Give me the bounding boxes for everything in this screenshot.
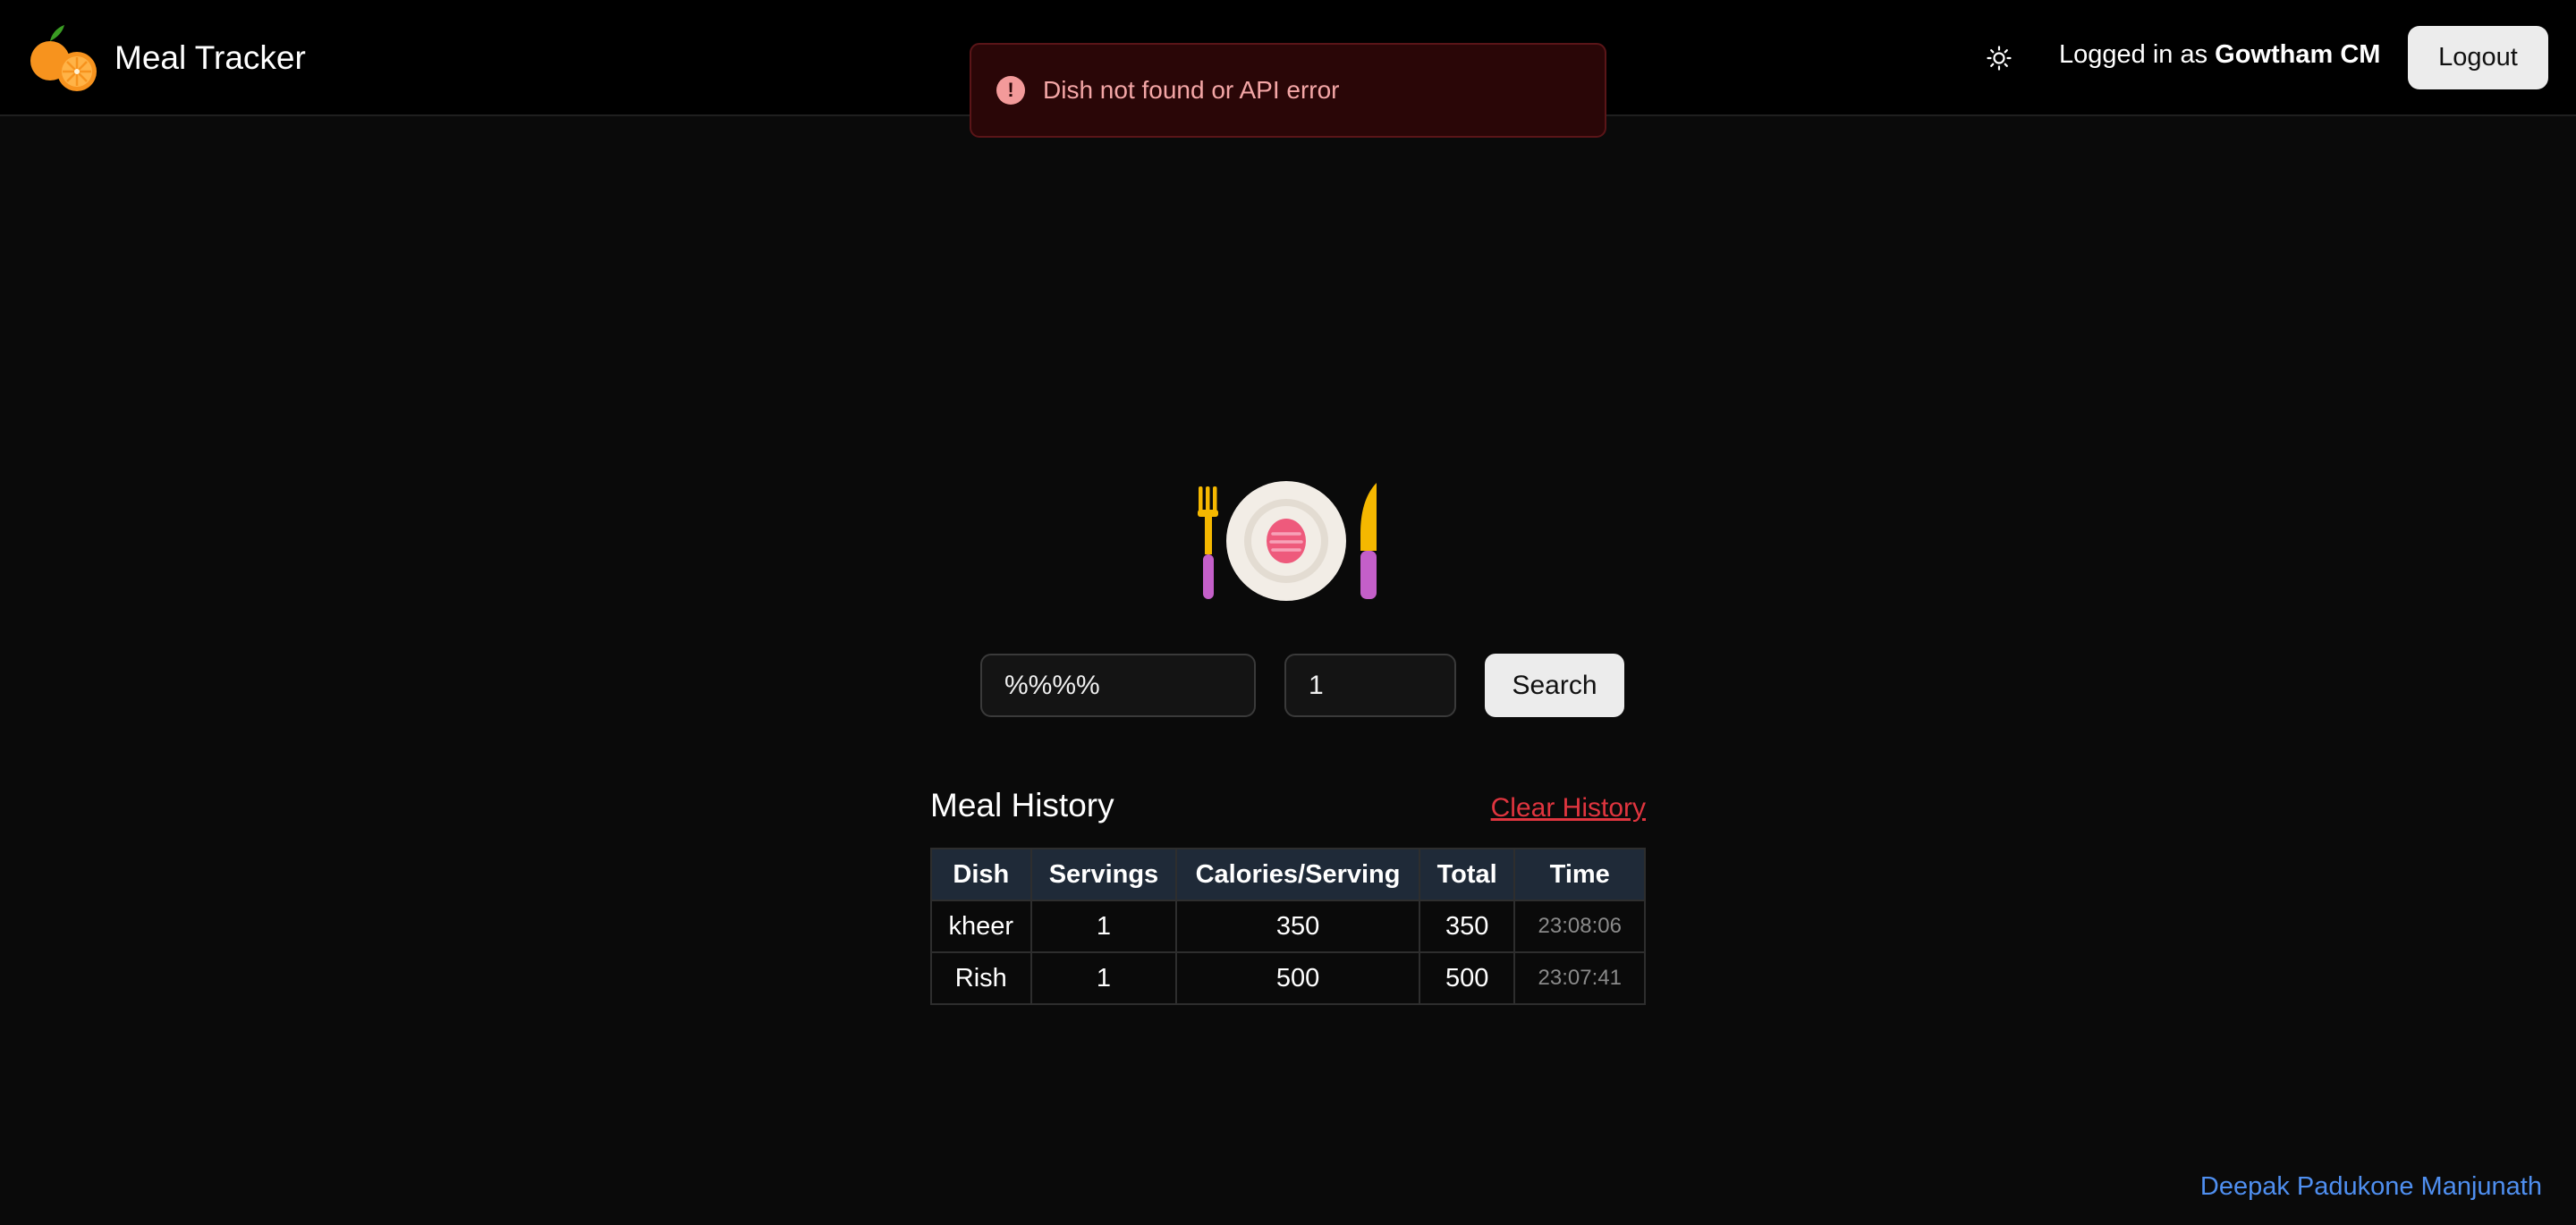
cell-servings: 1 <box>1030 951 1178 1005</box>
cell-calories: 500 <box>1175 951 1420 1005</box>
page: Meal Tracker Logged in as Gowtham CM Log… <box>0 0 2576 1225</box>
orange-fruit-logo-icon <box>30 25 97 91</box>
error-message: Dish not found or API error <box>1043 76 1340 104</box>
clear-history-link[interactable]: Clear History <box>1491 793 1646 824</box>
column-header-time: Time <box>1513 848 1646 901</box>
theme-toggle-button[interactable] <box>1977 38 2021 79</box>
table-row: Rish 1 500 500 23:07:41 <box>930 951 1646 1005</box>
cell-total: 350 <box>1418 900 1516 953</box>
cell-dish: kheer <box>930 900 1032 953</box>
author-footer-link[interactable]: Deepak Padukone Manjunath <box>2200 1172 2542 1202</box>
column-header-servings: Servings <box>1030 848 1178 901</box>
app-title: Meal Tracker <box>114 39 306 76</box>
column-header-calories: Calories/Serving <box>1175 848 1420 901</box>
servings-input[interactable] <box>1284 654 1456 717</box>
dish-search-input[interactable] <box>980 654 1256 717</box>
search-button[interactable]: Search <box>1485 654 1624 717</box>
table-row: kheer 1 350 350 23:08:06 <box>930 900 1646 953</box>
error-toast: ! Dish not found or API error <box>970 43 1606 138</box>
sun-icon <box>1987 46 2012 71</box>
username: Gowtham CM <box>2215 40 2381 69</box>
cell-servings: 1 <box>1030 900 1178 953</box>
cell-dish: Rish <box>930 951 1032 1005</box>
fork-icon <box>1198 486 1218 599</box>
meal-history-table: Dish Servings Calories/Serving Total Tim… <box>930 848 1646 1005</box>
cell-time: 23:08:06 <box>1513 900 1646 953</box>
plate-with-cutlery-icon <box>1198 481 1377 601</box>
cell-calories: 350 <box>1175 900 1420 953</box>
column-header-dish: Dish <box>930 848 1032 901</box>
cell-total: 500 <box>1418 951 1516 1005</box>
column-header-total: Total <box>1418 848 1516 901</box>
brand[interactable]: Meal Tracker <box>27 21 306 95</box>
cell-time: 23:07:41 <box>1513 951 1646 1005</box>
alert-circle-icon: ! <box>996 76 1025 105</box>
table-header-row: Dish Servings Calories/Serving Total Tim… <box>930 848 1646 901</box>
knife-icon <box>1360 483 1377 599</box>
logged-in-label: Logged in as <box>2059 40 2216 69</box>
logged-in-user: Logged in as Gowtham CM <box>2059 40 2380 70</box>
logout-button[interactable]: Logout <box>2408 26 2548 89</box>
meal-history-title: Meal History <box>930 787 1114 824</box>
